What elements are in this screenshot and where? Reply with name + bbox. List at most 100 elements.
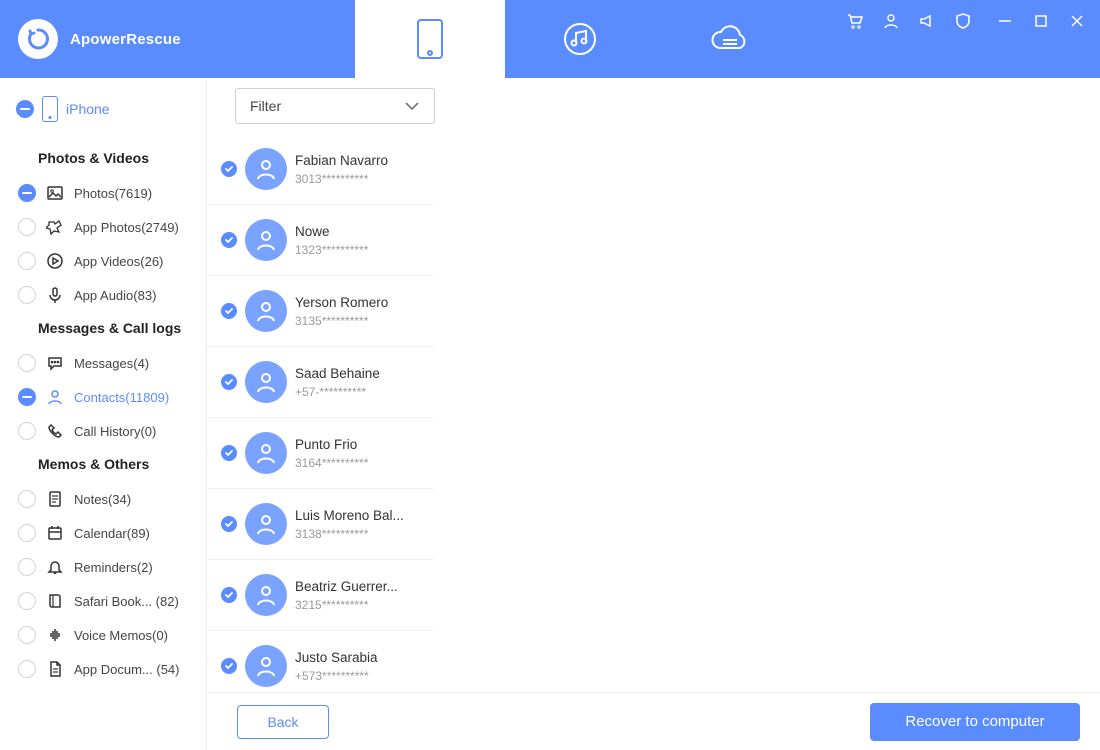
- unchecked-icon[interactable]: [18, 592, 36, 610]
- device-check-icon[interactable]: [16, 100, 34, 118]
- sidebar-item-label: Safari Book... (82): [74, 594, 179, 609]
- contact-row[interactable]: Punto Frio3164**********: [207, 418, 434, 488]
- avatar-icon: [245, 361, 287, 403]
- close-icon[interactable]: [1068, 12, 1086, 30]
- row-check-icon[interactable]: [221, 161, 237, 177]
- contact-row[interactable]: Luis Moreno Bal... 3138**********: [207, 489, 434, 559]
- sidebar-item[interactable]: App Docum... (54): [0, 652, 206, 686]
- contact-phone: 3138**********: [295, 527, 415, 541]
- sidebar-section-title: Photos & Videos: [0, 142, 206, 176]
- unchecked-icon[interactable]: [18, 422, 36, 440]
- sidebar-item[interactable]: Calendar(89): [0, 516, 206, 550]
- sidebar-item-label: Reminders(2): [74, 560, 153, 575]
- unchecked-icon[interactable]: [18, 252, 36, 270]
- unchecked-icon[interactable]: [18, 660, 36, 678]
- phone-icon: [46, 422, 64, 440]
- contact-phone: 3013**********: [295, 172, 415, 186]
- row-check-icon[interactable]: [221, 303, 237, 319]
- contact-row[interactable]: Yerson Romero3135**********: [207, 276, 434, 346]
- contact-row[interactable]: Fabian Navarro3013**********: [207, 134, 434, 204]
- device-row[interactable]: iPhone: [0, 96, 206, 142]
- contact-name: Nowe: [295, 224, 415, 239]
- sidebar-item[interactable]: Safari Book... (82): [0, 584, 206, 618]
- contact-row[interactable]: Justo Sarabia +573**********: [207, 631, 434, 692]
- unchecked-icon[interactable]: [18, 286, 36, 304]
- contact-list[interactable]: Fabian Navarro3013**********Nowe1323****…: [207, 134, 434, 692]
- sidebar-item-label: Photos(7619): [74, 186, 152, 201]
- avatar-icon: [245, 290, 287, 332]
- contact-row[interactable]: Beatriz Guerrer... 3215**********: [207, 560, 434, 630]
- contact-name: Punto Frio: [295, 437, 415, 452]
- contact-row[interactable]: Nowe1323**********: [207, 205, 434, 275]
- top-tabs: [355, 0, 805, 78]
- mic-icon: [46, 286, 64, 304]
- sidebar-item[interactable]: App Photos(2749): [0, 210, 206, 244]
- checked-icon[interactable]: [18, 388, 36, 406]
- avatar-icon: [245, 219, 287, 261]
- sidebar-item-label: App Photos(2749): [74, 220, 179, 235]
- contact-name: Justo Sarabia: [295, 650, 415, 665]
- sidebar-item-label: Call History(0): [74, 424, 156, 439]
- tab-device[interactable]: [355, 0, 505, 78]
- recover-button[interactable]: Recover to computer: [870, 703, 1080, 741]
- sidebar-item[interactable]: Call History(0): [0, 414, 206, 448]
- sidebar-section-title: Memos & Others: [0, 448, 206, 482]
- contact-name: Luis Moreno Bal...: [295, 508, 415, 523]
- contact-name: Beatriz Guerrer...: [295, 579, 415, 594]
- tab-itunes[interactable]: [505, 0, 655, 78]
- minimize-icon[interactable]: [996, 12, 1014, 30]
- row-check-icon[interactable]: [221, 658, 237, 674]
- unchecked-icon[interactable]: [18, 218, 36, 236]
- row-check-icon[interactable]: [221, 232, 237, 248]
- unchecked-icon[interactable]: [18, 524, 36, 542]
- row-check-icon[interactable]: [221, 374, 237, 390]
- checked-icon[interactable]: [18, 184, 36, 202]
- sidebar-item[interactable]: App Videos(26): [0, 244, 206, 278]
- row-check-icon[interactable]: [221, 587, 237, 603]
- contact-phone: +573**********: [295, 669, 415, 683]
- titlebar: ApowerRescue: [0, 0, 1100, 78]
- tab-icloud[interactable]: [655, 0, 805, 78]
- row-check-icon[interactable]: [221, 445, 237, 461]
- sidebar-item-label: App Docum... (54): [74, 662, 180, 677]
- contact-row[interactable]: Saad Behaine+57-**********: [207, 347, 434, 417]
- maximize-icon[interactable]: [1032, 12, 1050, 30]
- unchecked-icon[interactable]: [18, 354, 36, 372]
- sidebar-item-label: Voice Memos(0): [74, 628, 168, 643]
- sidebar-item[interactable]: Messages(4): [0, 346, 206, 380]
- filter-dropdown[interactable]: Filter: [235, 88, 435, 124]
- voice-icon: [46, 626, 64, 644]
- book-icon: [46, 592, 64, 610]
- sidebar-item[interactable]: Voice Memos(0): [0, 618, 206, 652]
- sidebar-item[interactable]: Photos(7619): [0, 176, 206, 210]
- row-check-icon[interactable]: [221, 516, 237, 532]
- play-icon: [46, 252, 64, 270]
- unchecked-icon[interactable]: [18, 490, 36, 508]
- chevron-down-icon: [404, 101, 420, 111]
- sidebar-item[interactable]: Notes(34): [0, 482, 206, 516]
- image-icon: [46, 184, 64, 202]
- top-right-controls: [846, 12, 1086, 30]
- sidebar-item-label: App Videos(26): [74, 254, 163, 269]
- contact-phone: 3215**********: [295, 598, 415, 612]
- back-button[interactable]: Back: [237, 705, 329, 739]
- shield-icon[interactable]: [954, 12, 972, 30]
- contact-phone: +57-**********: [295, 385, 415, 399]
- unchecked-icon[interactable]: [18, 558, 36, 576]
- device-phone-icon: [42, 96, 58, 122]
- sidebar-section-title: Messages & Call logs: [0, 312, 206, 346]
- sidebar-item[interactable]: Reminders(2): [0, 550, 206, 584]
- announce-icon[interactable]: [918, 12, 936, 30]
- sidebar-item-label: Calendar(89): [74, 526, 150, 541]
- cart-icon[interactable]: [846, 12, 864, 30]
- sidebar-item[interactable]: Contacts(11809): [0, 380, 206, 414]
- contact-name: Yerson Romero: [295, 295, 415, 310]
- device-label: iPhone: [66, 101, 110, 117]
- message-icon: [46, 354, 64, 372]
- note-icon: [46, 490, 64, 508]
- sidebar-item[interactable]: App Audio(83): [0, 278, 206, 312]
- avatar-icon: [245, 645, 287, 687]
- appphotos-icon: [46, 218, 64, 236]
- unchecked-icon[interactable]: [18, 626, 36, 644]
- user-icon[interactable]: [882, 12, 900, 30]
